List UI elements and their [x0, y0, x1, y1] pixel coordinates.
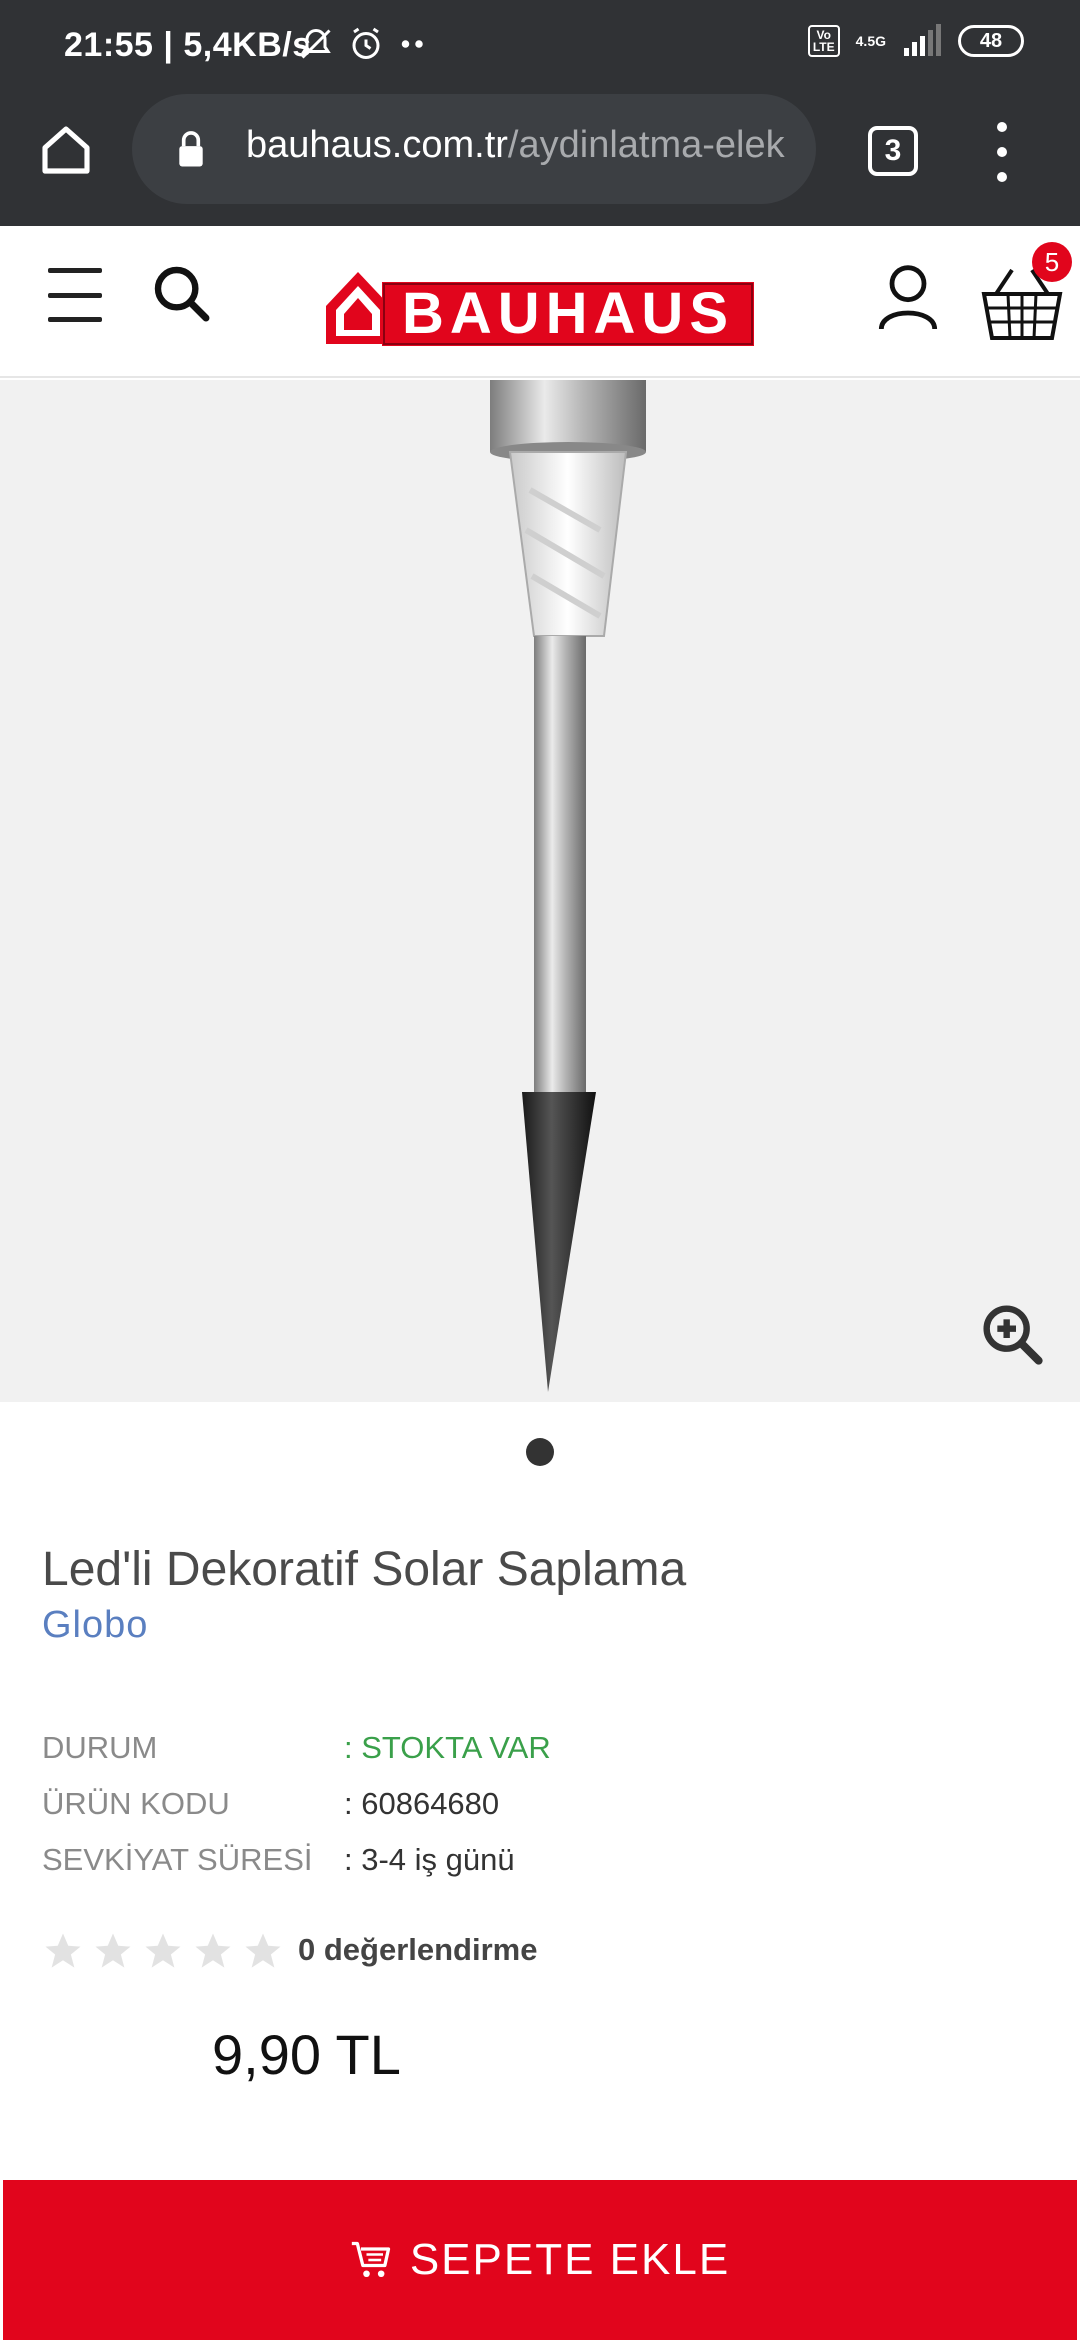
star-icon	[245, 1933, 281, 1968]
battery-indicator: 48	[958, 25, 1024, 57]
home-button[interactable]	[34, 118, 98, 182]
menu-icon	[48, 268, 102, 273]
product-title: Led'li Dekoratif Solar Saplama	[42, 1543, 687, 1596]
url-path: /aydinlatma-elek	[507, 124, 785, 166]
logo-graphic: BAUHAUS	[326, 272, 754, 346]
time-text: 21:55	[64, 26, 154, 64]
product-brand-link[interactable]: Globo	[42, 1604, 148, 1647]
spec-label: ÜRÜN KODU	[42, 1786, 230, 1821]
zoom-icon	[983, 1305, 1043, 1365]
product-price: 9,90 TL	[212, 2023, 401, 2086]
menu-button[interactable]	[48, 268, 102, 322]
status-icons-right: Vo LTE 4.5G 48	[807, 24, 1024, 58]
carousel-dot-active[interactable]	[526, 1438, 554, 1466]
menu-icon-bar	[48, 292, 102, 298]
cart-count-badge: 5	[1032, 242, 1072, 282]
cart-count: 5	[1044, 246, 1060, 277]
bauhaus-logo[interactable]: BAUHAUS	[322, 258, 758, 348]
tabs-button[interactable]: 3	[868, 126, 918, 176]
star-icon	[45, 1933, 81, 1968]
browser-menu-button[interactable]	[990, 122, 1014, 182]
spec-value: : 60864680	[344, 1786, 500, 1821]
account-button[interactable]	[876, 262, 940, 337]
rating-stars[interactable]	[42, 1930, 284, 1972]
search-button[interactable]	[150, 262, 214, 331]
more-icon	[997, 122, 1007, 132]
site-header: BAUHAUS 5	[0, 226, 1080, 378]
add-to-cart-label: SEPETE EKLE	[409, 2235, 731, 2284]
spec-label: SEVKİYAT SÜRESİ	[42, 1842, 313, 1877]
alarm-icon	[352, 27, 380, 59]
solar-stake-light-image	[490, 380, 646, 1392]
search-icon	[154, 266, 210, 322]
product-image[interactable]	[0, 380, 1080, 1402]
more-icon-dot	[997, 147, 1007, 157]
zoom-button[interactable]	[980, 1302, 1044, 1371]
cart-add-icon	[351, 2241, 390, 2278]
home-icon	[42, 126, 90, 174]
address-bar[interactable]: bauhaus.com.tr/aydinlatma-elek	[132, 94, 816, 204]
signal-group: 4.5G	[856, 34, 886, 48]
status-icons-left	[298, 26, 428, 62]
status-time: 21:55 | 5,4KB/s	[64, 26, 312, 65]
account-icon	[878, 265, 938, 330]
volte-icon: Vo LTE	[807, 25, 840, 57]
url-domain: bauhaus.com.tr	[246, 124, 508, 166]
status-bar: 21:55 | 5,4KB/s Vo LTE 4.5G 48	[0, 0, 1080, 92]
star-icon	[195, 1933, 231, 1968]
url-text: bauhaus.com.tr/aydinlatma-elek	[246, 124, 806, 167]
signal-icon	[904, 24, 941, 56]
battery-level: 48	[979, 29, 1003, 52]
star-icon	[145, 1933, 181, 1968]
menu-icon-bar	[48, 317, 102, 322]
spec-value: : STOKTA VAR	[344, 1730, 551, 1765]
star-icon	[95, 1933, 131, 1968]
network-type: 4.5G	[855, 33, 886, 49]
speed-text: | 5,4KB/s	[163, 26, 312, 64]
more-icon-dot	[997, 172, 1007, 182]
lock-icon	[179, 131, 203, 167]
more-notifications-icon	[401, 40, 423, 48]
muted-bell-icon	[301, 28, 331, 59]
tabs-icon: 3	[884, 134, 902, 167]
rating-count[interactable]: 0 değerlendirme	[298, 1932, 537, 1968]
add-to-cart-button[interactable]: SEPETE EKLE	[3, 2180, 1077, 2340]
logo-text: BAUHAUS	[402, 281, 734, 346]
spec-label: DURUM	[42, 1730, 158, 1765]
spec-value: : 3-4 iş günü	[344, 1842, 515, 1877]
browser-toolbar: bauhaus.com.tr/aydinlatma-elek 3	[0, 92, 1080, 226]
